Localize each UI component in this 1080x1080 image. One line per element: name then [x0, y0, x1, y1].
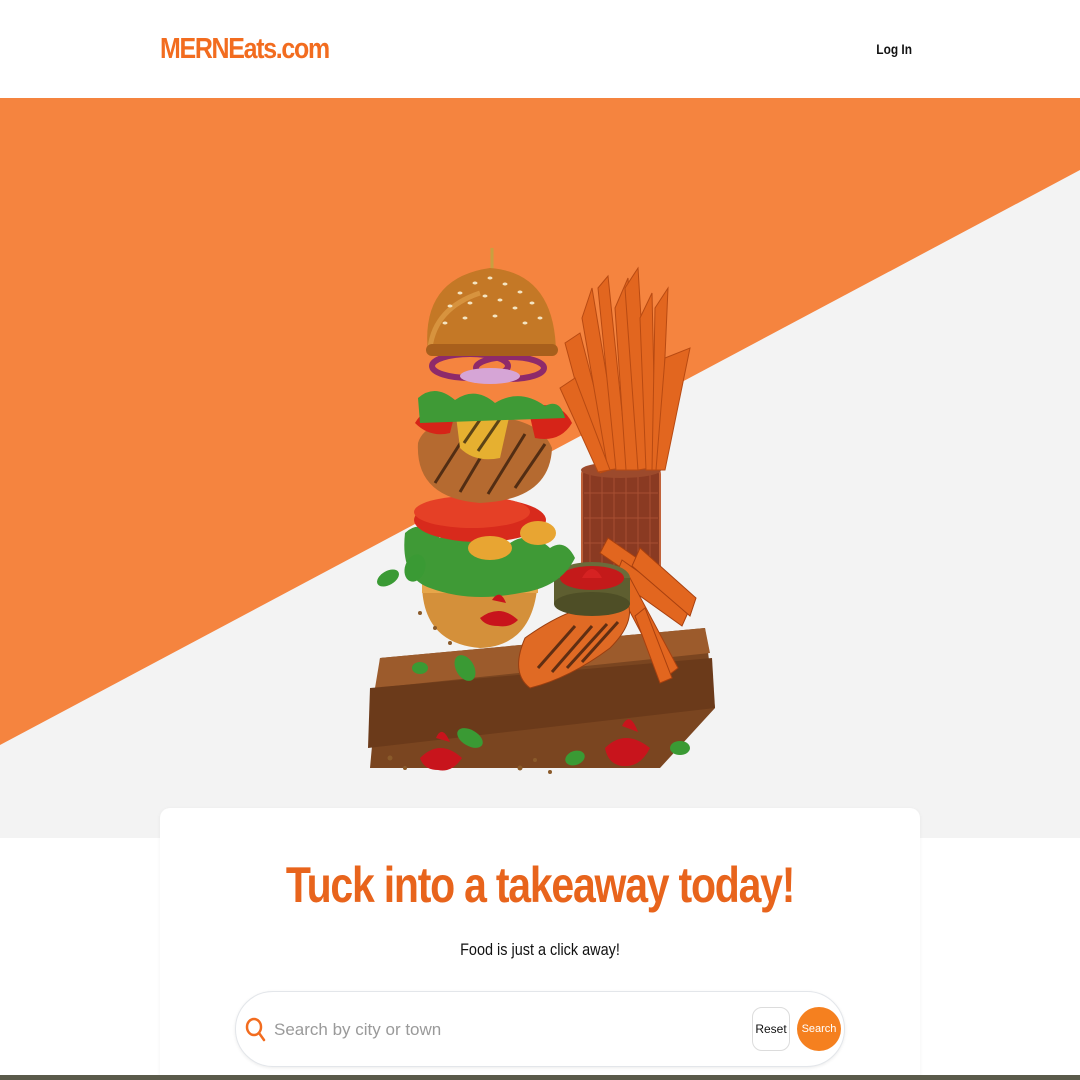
reset-button[interactable]: Reset: [752, 1007, 790, 1051]
hero-subheadline: Food is just a click away!: [460, 940, 620, 959]
search-input[interactable]: [274, 1016, 704, 1044]
site-header: MERNEats.com Log In: [0, 0, 1080, 100]
search-button[interactable]: Search: [797, 1007, 841, 1051]
search-icon: [245, 1017, 266, 1042]
search-bar[interactable]: Reset Search: [235, 991, 845, 1067]
search-card: Tuck into a takeaway today! Food is just…: [160, 808, 920, 1080]
sweet-potato-fries: [559, 266, 691, 474]
burger: [404, 248, 575, 648]
hero-headline: Tuck into a takeaway today!: [285, 857, 796, 913]
taskbar-strip: [0, 1075, 1080, 1080]
hero-banner: [0, 100, 1080, 838]
burger-and-fries-illustration: [368, 248, 715, 774]
site-logo[interactable]: MERNEats.com: [160, 33, 330, 66]
login-link[interactable]: Log In: [876, 41, 912, 57]
